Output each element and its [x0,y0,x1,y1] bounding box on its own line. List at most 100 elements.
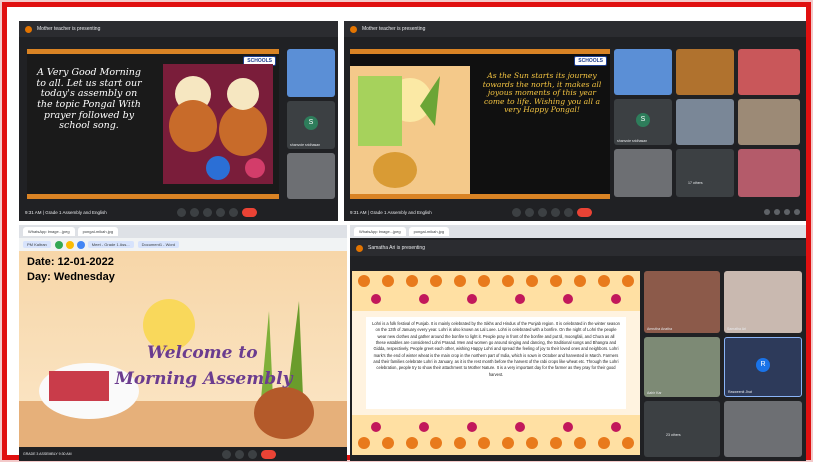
present-icon [350,25,357,33]
slide-happy-pongal: SCHOOLS As the Sun starts its journey to… [350,49,610,199]
participant-tile-rasweenit[interactable]: R Rasweenit Jhat [724,337,802,397]
others-count: 23 others [666,433,681,437]
welcome-line-1: Welcome to [147,343,258,363]
end-call-button[interactable] [260,449,276,459]
participant-name: shanvoie sridhasan [290,143,321,147]
welcome-slide: Date: 12-01-2022 Day: Wednesday Welcome … [19,251,347,447]
browser-window-bottom-left: WhatsApp Image...jpeg pongal-mikah.jpg P… [19,225,347,461]
marigold-border-top [352,271,640,311]
others-tile[interactable]: 23 others [644,401,720,457]
download-bar: WhatsApp Image...jpeg pongal-mikah.jpg [350,225,806,238]
lohri-slide: Lohri is a folk festival of Punjab. It i… [352,271,640,455]
participant-tile-video[interactable] [287,49,335,97]
info-icon[interactable] [764,209,770,215]
present-button[interactable] [247,449,257,459]
participant-tile-7[interactable] [614,149,672,197]
footer-label: GRADE 3 ASSEMBLY 9:30 AM [23,452,72,456]
presenting-bar: Mother teacher is presenting [19,21,338,37]
meet-controls: 9:31 AM | Grade 1 Assembly and English [19,203,338,221]
pongal-pots-image [163,64,273,184]
meeting-time: 9:31 AM [350,209,367,215]
participant-tile-amrutha[interactable]: Amrutha Anatha [644,271,720,333]
edge-icon[interactable] [76,240,85,249]
meet-window-top-left: Mother teacher is presenting SCHOOLS A V… [19,21,338,221]
captions-button[interactable] [202,207,212,217]
taskbar: PM Kaltran Meet - Grade 1 Ass... Documen… [19,238,347,251]
captions-button[interactable] [537,207,547,217]
avatar: R [756,358,770,372]
lohri-paragraph: Lohri is a folk festival of Punjab. It i… [366,317,626,409]
avatar: S [304,116,318,130]
download-item-2[interactable]: pongal-mikah.jpg [77,227,119,236]
download-item-2[interactable]: pongal-mikah.jpg [408,227,450,236]
chat-icon[interactable] [784,209,790,215]
participant-name: Rasweenit Jhat [728,390,752,394]
folder-icon[interactable] [65,240,74,249]
presenting-label: Mother teacher is presenting [37,26,101,32]
participant-name: Amrutha Anatha [647,327,673,331]
participant-tile-samatha[interactable]: Samatha Ari [724,271,802,333]
meeting-title: Grade 1 Assembly and English [45,209,107,215]
present-icon [25,25,32,33]
participant-tile-8[interactable] [738,149,800,197]
slide-date: Date: 12-01-2022 [27,256,114,268]
camera-button[interactable] [189,207,199,217]
participant-tile-6[interactable] [724,401,802,457]
participant-name: Samatha Ari [727,327,747,331]
meeting-title: Grade 1 Assembly and English [370,209,432,215]
presenting-label: Mother teacher is presenting [362,26,426,32]
presenting-label: Samatha Ari is presenting [368,245,425,251]
avatar: S [636,113,650,127]
participant-tile-5[interactable] [676,99,734,145]
slide-text: A Very Good Morning to all. Let us start… [36,67,142,132]
presenting-bar: Mother teacher is presenting [344,21,806,37]
participant-tile-1[interactable] [614,49,672,95]
participant-tile-shanvoie[interactable]: S shanvoie sridhasan [614,99,672,145]
present-icon [356,244,363,252]
meet-window-top-right: Mother teacher is presenting SCHOOLS As … [344,21,806,221]
welcome-line-2: Morning Assembly [115,369,293,389]
mic-button[interactable] [221,449,231,459]
participant-tile-6[interactable] [738,99,800,145]
present-button[interactable] [550,207,560,217]
marigold-border-bottom [352,415,640,455]
download-item-1[interactable]: WhatsApp Image...jpeg [354,227,406,236]
meet-window-bottom-right: WhatsApp Image...jpeg pongal-mikah.jpg S… [350,225,806,461]
end-call-button[interactable] [576,207,592,217]
mic-button[interactable] [176,207,186,217]
people-icon[interactable] [774,209,780,215]
presenting-bar: Samatha Ari is presenting [350,240,806,256]
participant-tile-2[interactable] [676,49,734,95]
participant-tile-3[interactable] [287,153,335,199]
slide-text: As the Sun starts its journey towards th… [482,71,602,114]
participant-tile-3[interactable] [738,49,800,95]
participant-tile-aahir[interactable]: Aahir Kar [644,337,720,397]
taskbar-item-2[interactable]: Meet - Grade 1 Ass... [87,241,134,248]
chrome-icon[interactable] [54,240,63,249]
download-bar: WhatsApp Image...jpeg pongal-mikah.jpg [19,225,347,238]
school-logo: SCHOOLS [574,56,607,66]
slide-footer-bar: GRADE 3 ASSEMBLY 9:30 AM [19,447,347,461]
activities-icon[interactable] [794,209,800,215]
meeting-time: 9:31 AM [25,209,42,215]
meet-controls: 9:31 AM | Grade 1 Assembly and English [344,203,806,221]
slide-day: Day: Wednesday [27,271,115,283]
pongal-illustration [350,66,470,194]
camera-button[interactable] [524,207,534,217]
camera-button[interactable] [234,449,244,459]
slide-pongal-morning: SCHOOLS A Very Good Morning to all. Let … [27,49,279,199]
present-button[interactable] [215,207,225,217]
mic-button[interactable] [511,207,521,217]
participant-tile-shanvoie[interactable]: S shanvoie sridhasan [287,101,335,149]
end-call-button[interactable] [241,207,257,217]
others-tile[interactable]: 17 others [676,149,734,197]
screenshot-frame: Mother teacher is presenting SCHOOLS A V… [2,2,811,461]
download-item-1[interactable]: WhatsApp Image...jpeg [23,227,75,236]
taskbar-item-1[interactable]: PM Kaltran [23,241,51,248]
taskbar-item-3[interactable]: Document1 - Word [137,241,180,248]
participant-name: Aahir Kar [647,391,662,395]
more-options-button[interactable] [563,207,573,217]
participant-name: shanvoie sridhasan [617,139,648,143]
more-options-button[interactable] [228,207,238,217]
others-count: 17 others [688,181,703,185]
